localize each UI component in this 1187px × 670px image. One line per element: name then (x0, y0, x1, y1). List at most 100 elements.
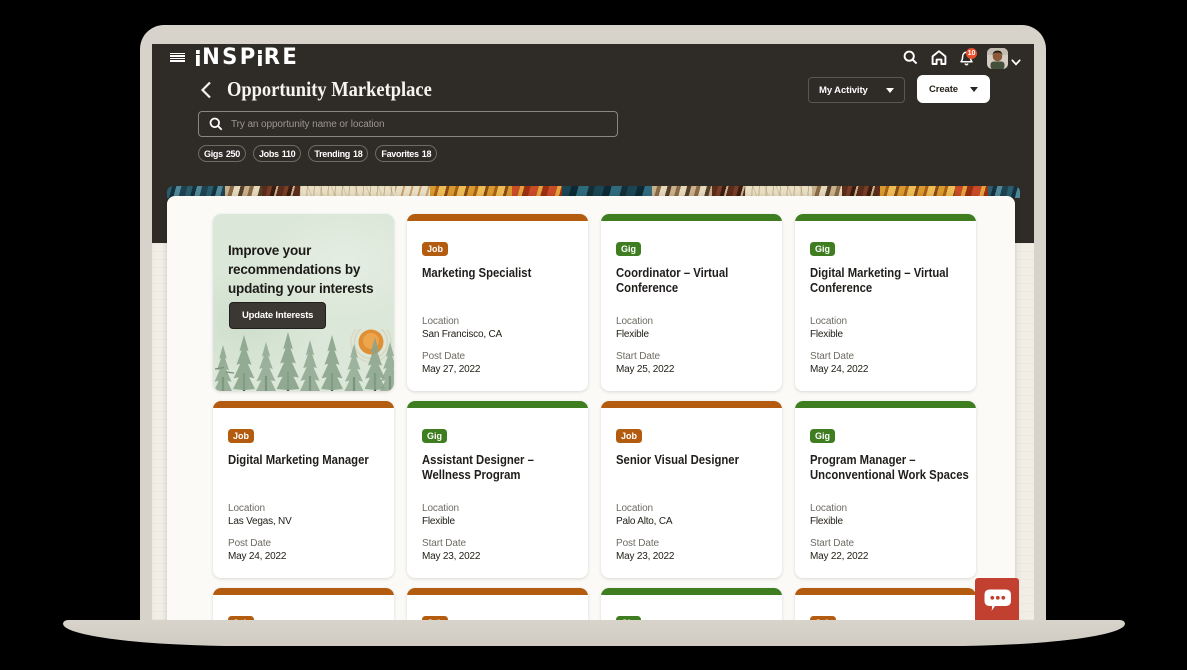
card-meta: Location Flexible Start Date May 22, 202… (810, 502, 962, 572)
card-title: Assistant Designer – Wellness Program (422, 452, 534, 482)
card-type-badge: Gig (810, 242, 835, 256)
card-meta: Location San Francisco, CA Post Date May… (422, 315, 574, 385)
card-top-bar (213, 588, 394, 595)
logo-letter: P (239, 44, 256, 70)
card-type-badge: Job (616, 429, 643, 443)
card-meta: Location Flexible Start Date May 25, 202… (616, 315, 768, 385)
inspire-logo: NSPRE (196, 44, 299, 70)
date-label: Start Date (422, 538, 467, 549)
hamburger-menu-icon[interactable] (170, 52, 185, 63)
date-value: May 27, 2022 (422, 364, 481, 375)
opportunity-card[interactable]: Job (795, 588, 976, 620)
card-type-badge: Job (228, 429, 255, 443)
promo-card: Improve your recommendations by updating y… (213, 214, 394, 391)
logo-letter-i (257, 49, 262, 66)
chevron-down-icon[interactable] (1011, 53, 1021, 71)
logo-letter: S (222, 44, 238, 70)
date-label: Post Date (422, 351, 466, 362)
logo-letter: R (263, 44, 281, 70)
card-title: Coordinator – Virtual Conference (616, 265, 729, 295)
filter-chip[interactable]: Gigs 250 (198, 145, 246, 162)
notification-count-badge: 10 (966, 48, 977, 59)
chip-label: Jobs (258, 148, 279, 159)
filter-chip[interactable]: Jobs 110 (252, 145, 302, 162)
opportunity-card[interactable]: Gig Coordinator – Virtual Conference Loca… (601, 214, 782, 391)
home-icon[interactable] (931, 50, 947, 70)
opportunity-search-box[interactable] (198, 111, 618, 137)
card-title: Digital Marketing – Virtual Conference (810, 265, 949, 295)
card-title: Program Manager – Unconventional Work Spa… (810, 452, 969, 482)
promo-title-line: Improve your (228, 243, 312, 258)
date-value: May 24, 2022 (228, 551, 287, 562)
location-label: Location (422, 316, 460, 327)
card-top-bar (407, 214, 588, 221)
opportunity-card[interactable]: Job Marketing Specialist Location San Fr… (407, 214, 588, 391)
create-label: Create (929, 83, 958, 95)
filter-chip[interactable]: Trending 18 (308, 145, 369, 162)
location-label: Location (616, 503, 654, 514)
logo-letter-i (196, 49, 200, 66)
date-label: Post Date (228, 538, 272, 549)
chip-count: 250 (225, 148, 240, 159)
card-top-bar (407, 401, 588, 408)
search-icon[interactable] (903, 50, 918, 70)
location-value: Flexible (810, 329, 843, 340)
filter-chip[interactable]: Favorites 18 (375, 145, 438, 162)
chip-count: 110 (281, 148, 296, 159)
card-grid: Improve your recommendations by updating y… (213, 214, 976, 620)
opportunity-card[interactable]: Gig Assistant Designer – Wellness Program… (407, 401, 588, 578)
caret-down-icon (886, 87, 894, 93)
card-top-bar (601, 588, 782, 595)
opportunity-card[interactable]: Job Senior Visual Designer Location Palo… (601, 401, 782, 578)
opportunity-card[interactable]: Job Digital Marketing Manager Location L… (213, 401, 394, 578)
my-activity-label: My Activity (819, 84, 868, 96)
opportunity-card[interactable]: Gig Digital Marketing – Virtual Conferenc… (795, 214, 976, 391)
update-interests-button[interactable]: Update Interests (229, 302, 327, 329)
logo-letter: E (282, 44, 297, 70)
create-button[interactable]: Create (917, 75, 990, 103)
date-value: May 22, 2022 (810, 551, 869, 562)
my-activity-button[interactable]: My Activity (808, 77, 905, 103)
filter-chips: Gigs 250 Jobs 110 Trending 18 Favorites … (198, 145, 438, 162)
location-value: Las Vegas, NV (228, 516, 292, 527)
card-meta: Location Palo Alto, CA Post Date May 23,… (616, 502, 768, 572)
back-chevron-icon[interactable] (199, 81, 213, 104)
caret-down-icon (970, 86, 978, 92)
location-value: San Francisco, CA (422, 329, 502, 340)
card-type-badge: Gig (422, 429, 447, 443)
opportunity-card[interactable]: Gig Program Manager – Unconventional Work… (795, 401, 976, 578)
date-label: Start Date (810, 538, 855, 549)
laptop-mockup: NSPRE 10 Opportunity Marketplace My Acti… (0, 0, 1187, 670)
opportunity-card[interactable]: Job (407, 588, 588, 620)
search-input[interactable] (231, 118, 607, 130)
location-label: Location (810, 316, 848, 327)
opportunity-card[interactable]: Job (213, 588, 394, 620)
promo-title-line: recommendations by (228, 262, 361, 277)
date-label: Start Date (616, 351, 661, 362)
card-top-bar (213, 401, 394, 408)
card-type-badge: Job (422, 242, 449, 256)
promo-title: Improve your recommendations by updating y… (228, 241, 394, 298)
location-value: Flexible (810, 516, 843, 527)
location-label: Location (228, 503, 266, 514)
chat-button[interactable] (975, 578, 1019, 620)
avatar[interactable] (987, 47, 1008, 69)
card-title: Senior Visual Designer (616, 452, 739, 467)
card-meta: Location Las Vegas, NV Post Date May 24,… (228, 502, 380, 572)
chip-label: Favorites (381, 148, 419, 159)
date-value: May 23, 2022 (616, 551, 675, 562)
search-icon (209, 117, 223, 131)
date-label: Post Date (616, 538, 660, 549)
location-value: Flexible (422, 516, 455, 527)
card-title: Digital Marketing Manager (228, 452, 369, 467)
promo-title-line: updating your interests (228, 281, 374, 296)
card-top-bar (601, 401, 782, 408)
card-top-bar (407, 588, 588, 595)
card-top-bar (795, 214, 976, 221)
card-top-bar (795, 401, 976, 408)
card-type-badge: Gig (810, 429, 835, 443)
chat-bubble-icon (984, 589, 1011, 611)
opportunity-card[interactable]: Gig (601, 588, 782, 620)
location-label: Location (422, 503, 460, 514)
card-meta: Location Flexible Start Date May 23, 202… (422, 502, 574, 572)
